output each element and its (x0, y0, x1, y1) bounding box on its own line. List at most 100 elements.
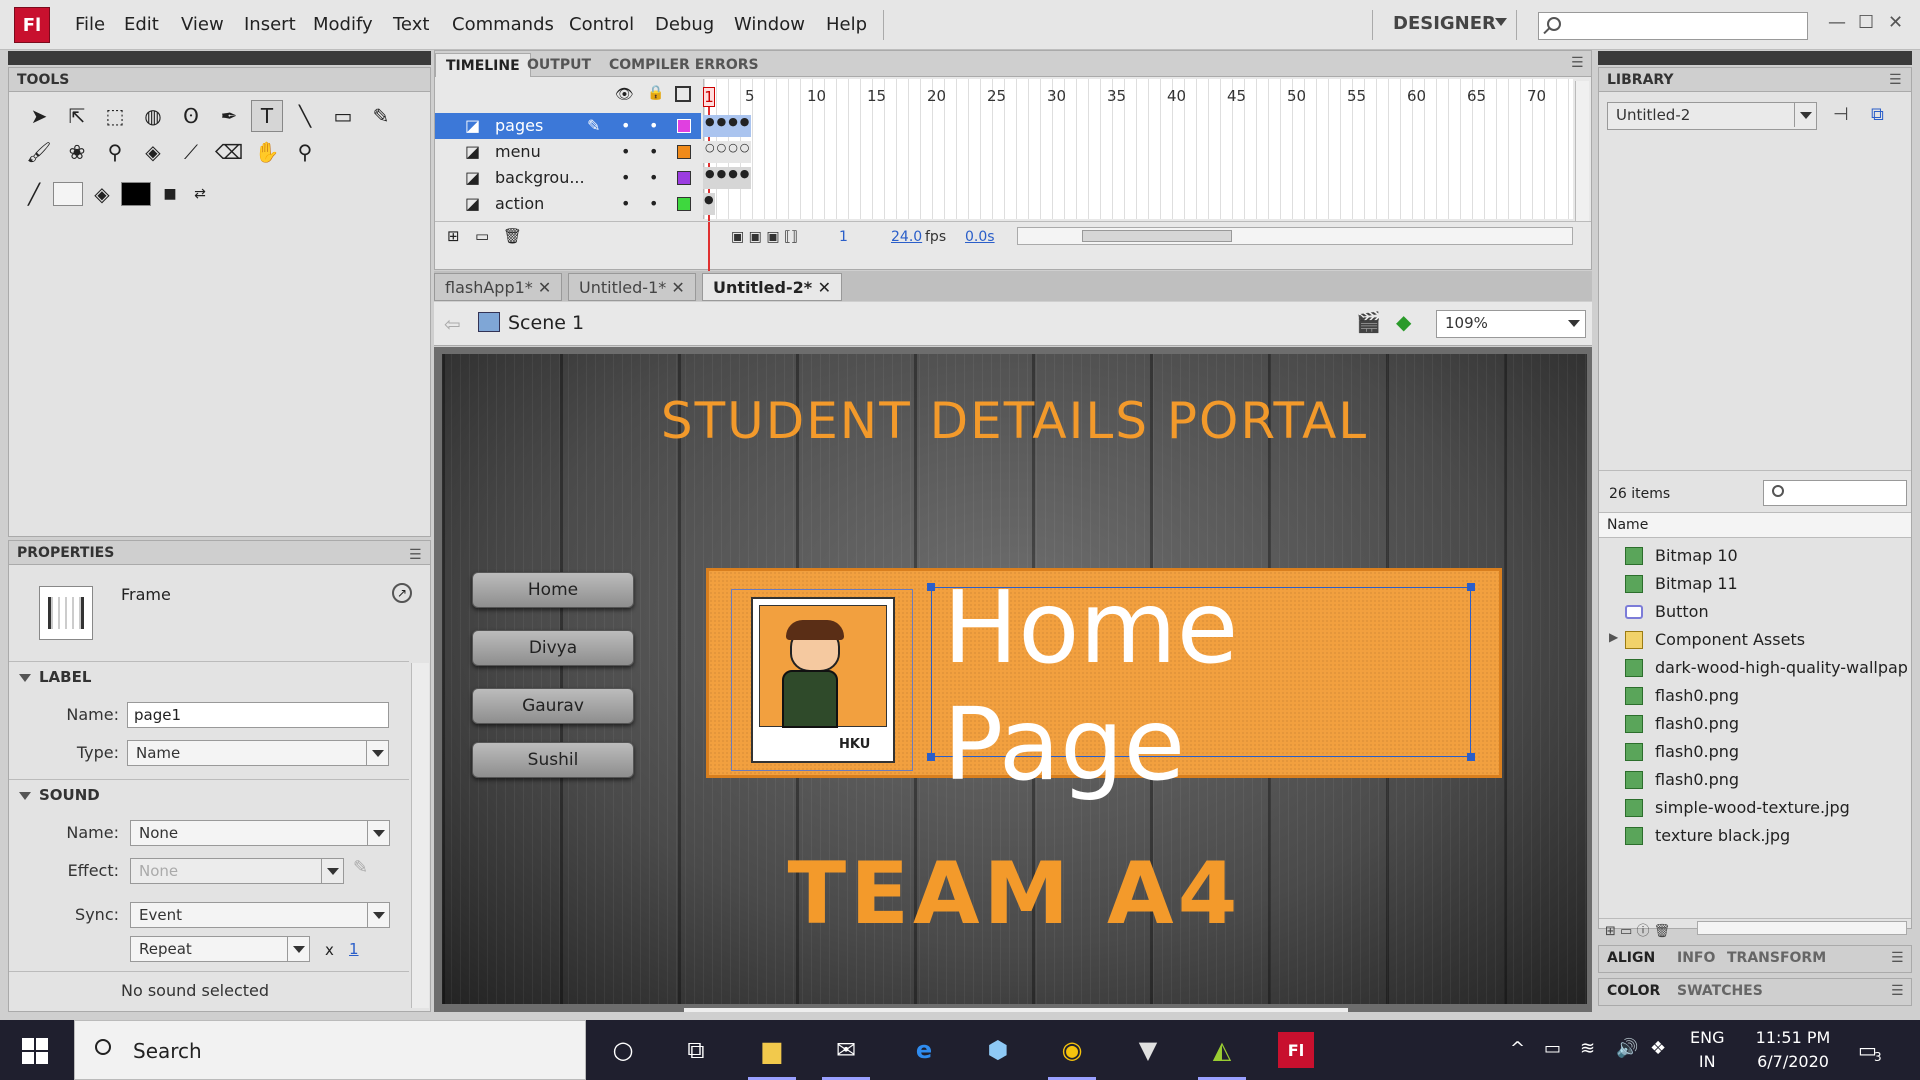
list-item[interactable]: flash0.png (1599, 710, 1899, 738)
timeline-vscrollbar[interactable] (1575, 81, 1589, 221)
properties-tab[interactable]: PROPERTIES (9, 541, 430, 565)
stage[interactable]: STUDENT DETAILS PORTAL Home Divya Gaurav… (442, 354, 1587, 1004)
input-language[interactable]: ENG IN (1690, 1026, 1724, 1074)
current-frame-readout[interactable]: 1 (839, 229, 848, 245)
close-icon[interactable]: ✕ (1888, 12, 1903, 33)
chevron-down-icon[interactable] (1495, 18, 1507, 26)
new-folder-icon[interactable]: ▭ (475, 227, 489, 245)
selection-handle[interactable] (927, 583, 935, 591)
label-type-dropdown[interactable]: Name (127, 740, 389, 766)
library-column-header[interactable]: Name (1599, 512, 1911, 538)
lasso-tool-icon[interactable]: ʘ (175, 100, 207, 132)
doc-tab-untitled-1[interactable]: Untitled-1* ✕ (568, 273, 696, 301)
sound-section-header[interactable]: SOUND (19, 786, 100, 804)
layer-row-menu[interactable]: ◪ menu • • (435, 139, 701, 165)
dropbox-icon[interactable]: ❖ (1650, 1038, 1666, 1059)
cortana-icon[interactable]: ○ (605, 1032, 641, 1068)
windows-start-icon[interactable] (22, 1038, 48, 1064)
back-arrow-icon[interactable]: ⇦ (444, 312, 461, 336)
onion-skin-icons[interactable]: ▣ ▣ ▣ ⟦⟧ (731, 229, 798, 245)
edge-icon[interactable]: e (906, 1032, 942, 1068)
rectangle-tool-icon[interactable]: ▭ (327, 100, 359, 132)
maximize-icon[interactable]: ☐ (1858, 12, 1874, 33)
list-item[interactable]: dark-wood-high-quality-wallpap (1599, 654, 1908, 682)
keyframe-span[interactable]: ○○○○ (703, 141, 751, 163)
tab-output[interactable]: OUTPUT (517, 53, 601, 77)
divya-nav-button[interactable]: Divya (472, 630, 634, 666)
close-icon[interactable]: ✕ (818, 278, 831, 297)
clock[interactable]: 11:51 PM 6/7/2020 (1738, 1026, 1848, 1074)
layer-color-swatch[interactable] (677, 145, 691, 159)
menu-help[interactable]: Help (826, 14, 867, 35)
3d-viewer-icon[interactable]: ⬢ (980, 1032, 1016, 1068)
layer-color-swatch[interactable] (677, 171, 691, 185)
layer-color-swatch[interactable] (677, 119, 691, 133)
list-item[interactable]: texture black.jpg (1599, 822, 1899, 850)
stroke-color-icon[interactable]: ╱ (23, 178, 45, 210)
pen-tool-icon[interactable]: ✒ (213, 100, 245, 132)
file-explorer-icon[interactable]: ▆ (748, 1032, 796, 1080)
show-hidden-icons[interactable]: ^ (1510, 1038, 1525, 1059)
tab-swatches[interactable]: SWATCHES (1677, 983, 1763, 999)
new-library-panel-icon[interactable]: ⧉ (1871, 104, 1884, 125)
zoom-tool-icon[interactable]: ⚲ (289, 136, 321, 168)
edit-symbols-icon[interactable]: ◆ (1396, 310, 1411, 334)
keyframe-span[interactable]: ●●●● (703, 115, 751, 137)
menu-edit[interactable]: Edit (124, 14, 159, 35)
default-colors-icon[interactable]: ■ (159, 178, 181, 210)
doc-tab-flashapp1[interactable]: flashApp1* ✕ (434, 273, 563, 301)
library-hscrollbar[interactable] (1697, 921, 1907, 935)
help-search-input[interactable] (1538, 12, 1808, 40)
panel-menu-icon[interactable]: ☰ (1571, 55, 1584, 71)
stroke-color-swatch[interactable] (53, 182, 83, 206)
pencil-tool-icon[interactable]: ✎ (365, 100, 397, 132)
list-item[interactable]: Button (1599, 598, 1899, 626)
notification-icon[interactable]: ▭ 3 (1858, 1038, 1882, 1064)
brush-tool-icon[interactable]: 🖌 (23, 136, 55, 168)
repeat-count-hotspot[interactable]: 1 (349, 940, 359, 958)
library-tab[interactable]: LIBRARY (1599, 68, 1911, 92)
hand-tool-icon[interactable]: ✋ (251, 136, 283, 168)
keyframe-span[interactable]: ● (703, 193, 715, 215)
library-search-input[interactable] (1763, 480, 1907, 506)
panel-collapse-bar[interactable] (8, 51, 431, 65)
layer-row-pages[interactable]: ◪ pages ✎ • • (435, 113, 701, 139)
library-footer-icons[interactable]: ⊞ ▭ ⓘ 🗑 (1605, 920, 1670, 939)
frame-name-input[interactable]: page1 (127, 702, 389, 728)
menu-modify[interactable]: Modify (313, 14, 373, 35)
taskbar-search-input[interactable]: Search (74, 1020, 586, 1080)
edit-scene-icon[interactable]: 🎬 (1356, 310, 1381, 334)
menu-insert[interactable]: Insert (244, 14, 296, 35)
close-icon[interactable]: ✕ (538, 278, 551, 297)
zoom-dropdown[interactable]: 109% (1436, 310, 1586, 338)
gaurav-nav-button[interactable]: Gaurav (472, 688, 634, 724)
eyedropper-tool-icon[interactable]: ⟋ (175, 136, 207, 168)
panel-collapse-bar[interactable] (1598, 51, 1912, 65)
list-item[interactable]: flash0.png (1599, 738, 1899, 766)
tools-tab[interactable]: TOOLS (9, 68, 430, 92)
fill-color-icon[interactable]: ◈ (91, 178, 113, 210)
line-tool-icon[interactable]: ╲ (289, 100, 321, 132)
fps-readout[interactable]: 24.0 (891, 229, 922, 245)
menu-control[interactable]: Control (569, 14, 634, 35)
list-item[interactable]: ▶ Component Assets (1599, 626, 1899, 654)
expand-triangle-icon[interactable]: ▶ (1609, 630, 1618, 644)
list-item[interactable]: Bitmap 11 (1599, 570, 1899, 598)
android-studio-icon[interactable]: ◭ (1198, 1032, 1246, 1080)
team-title[interactable]: TEAM A4 (442, 844, 1587, 944)
menu-debug[interactable]: Debug (655, 14, 714, 35)
battery-icon[interactable]: ▭ (1544, 1038, 1561, 1059)
pin-library-icon[interactable]: ⊣ (1833, 104, 1849, 125)
bone-tool-icon[interactable]: ⚲ (99, 136, 131, 168)
selection-handle[interactable] (927, 753, 935, 761)
text-tool-icon[interactable]: T (251, 100, 283, 132)
popcorn-app-icon[interactable]: ▼ (1130, 1032, 1166, 1068)
keyframe-span[interactable]: ●●●● (703, 167, 751, 189)
edit-symbol-icon[interactable]: ↗ (392, 583, 412, 603)
selection-tool-icon[interactable]: ➤ (23, 100, 55, 132)
sync-dropdown[interactable]: Event (130, 902, 390, 928)
library-document-dropdown[interactable]: Untitled-2 (1607, 102, 1817, 130)
panel-menu-icon[interactable]: ☰ (409, 547, 422, 563)
layer-row-action[interactable]: ◪ action • • (435, 191, 701, 217)
list-item[interactable]: Bitmap 10 (1599, 542, 1899, 570)
